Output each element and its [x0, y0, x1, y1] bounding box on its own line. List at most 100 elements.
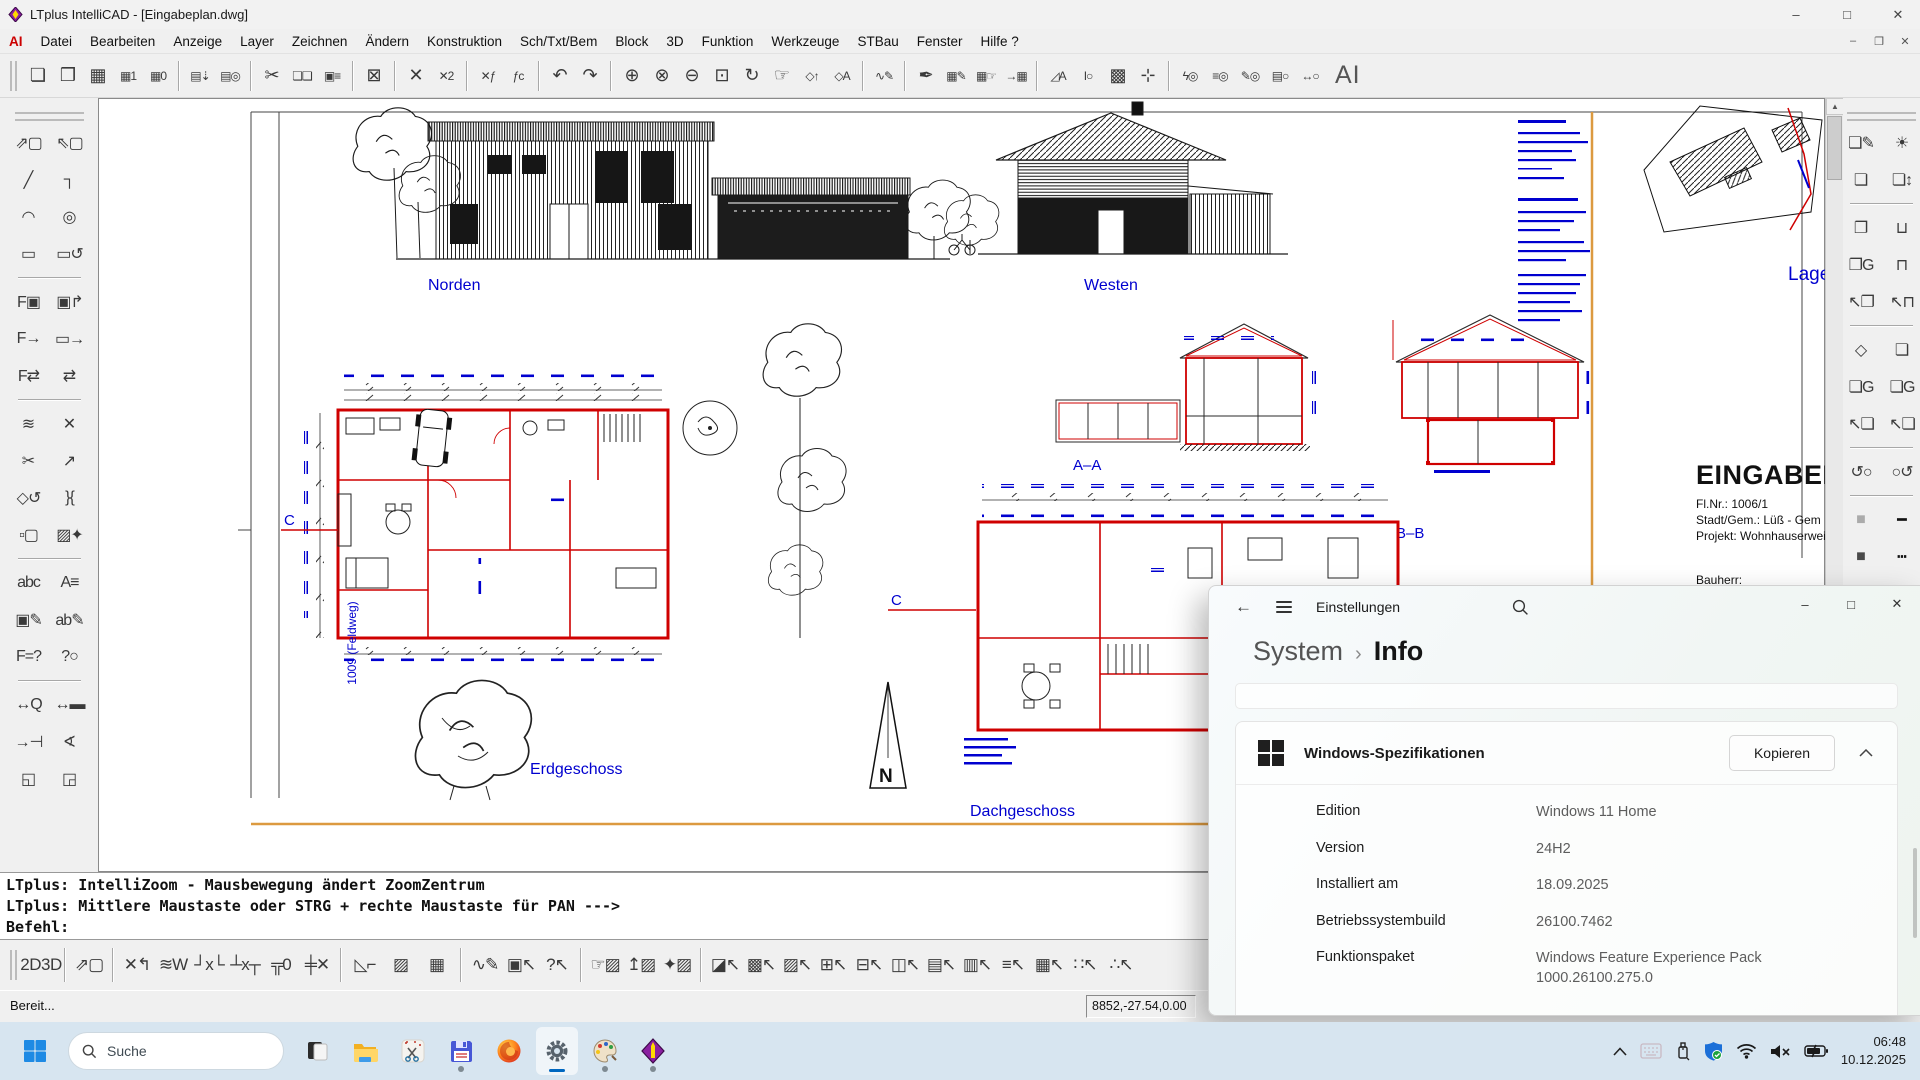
polyline-icon[interactable]: ┐: [51, 163, 89, 197]
minimize-button[interactable]: –: [1774, 1, 1818, 29]
dimension-fill-icon[interactable]: ↔▬: [51, 688, 89, 722]
zoom-previous-icon[interactable]: ↻: [737, 60, 767, 92]
pattern-diagonal-icon[interactable]: ◪↖: [707, 945, 743, 985]
linetype-dashed-icon[interactable]: ┅: [1883, 540, 1920, 574]
ai-toolbar-label[interactable]: AI: [1335, 61, 1361, 90]
text-abc-icon[interactable]: abc: [10, 566, 48, 600]
layer-freeze-g-icon[interactable]: ❐G: [1842, 248, 1880, 282]
chevron-up-icon[interactable]: [1859, 749, 1873, 757]
distance-icon[interactable]: ↔○: [1295, 60, 1325, 92]
rectangle-icon[interactable]: ▭: [10, 237, 48, 271]
file-explorer-app[interactable]: [344, 1027, 386, 1075]
volume-muted-icon[interactable]: [1770, 1043, 1791, 1060]
menu-fenster[interactable]: Fenster: [908, 31, 972, 52]
column-insert-icon[interactable]: →▦: [1001, 60, 1031, 92]
help-pick-icon[interactable]: ?↖: [539, 945, 575, 985]
menu-datei[interactable]: Datei: [32, 31, 82, 52]
layer-pick-2-icon[interactable]: ↖❏: [1883, 407, 1920, 441]
menu-layer[interactable]: Layer: [231, 31, 283, 52]
circle-icon[interactable]: ◎: [51, 200, 89, 234]
pattern-diag2-icon[interactable]: ▨↖: [779, 945, 815, 985]
layer-lock-pick-icon[interactable]: ↖⊓: [1883, 285, 1920, 319]
touch-keyboard-icon[interactable]: [1640, 1043, 1662, 1059]
dimension-angle-icon[interactable]: ∢: [51, 725, 89, 759]
match-layer-icon[interactable]: ↺○: [1842, 455, 1880, 489]
joint-xr-icon[interactable]: ┴x┬: [227, 945, 263, 985]
erase-icon[interactable]: ✕: [401, 60, 431, 92]
settings-close-button[interactable]: ✕: [1874, 586, 1920, 622]
toggle-2d-3d-icon[interactable]: 2D3D: [23, 945, 59, 985]
menu-hilfe[interactable]: Hilfe ?: [972, 31, 1028, 52]
zoom-window-icon[interactable]: ⊡: [707, 60, 737, 92]
render-shade-icon[interactable]: ▩: [1103, 60, 1133, 92]
hatch-fill-icon[interactable]: ▨: [383, 945, 419, 985]
offset-icon[interactable]: ≋: [10, 407, 48, 441]
beam-zero-icon[interactable]: ╦0: [263, 945, 299, 985]
swap-icon[interactable]: ⇄: [51, 359, 89, 393]
layer-g3-icon[interactable]: ❏G: [1883, 370, 1920, 404]
wall-w-icon[interactable]: ≋W: [155, 945, 191, 985]
menu-anzeige[interactable]: Anzeige: [164, 31, 231, 52]
line-icon[interactable]: ╱: [10, 163, 48, 197]
copy-button[interactable]: Kopieren: [1729, 735, 1835, 771]
pattern-spray-icon[interactable]: ∴↖: [1103, 945, 1139, 985]
layer-order-icon[interactable]: ❏↕: [1883, 163, 1920, 197]
joint-xl-icon[interactable]: ┘x└: [191, 945, 227, 985]
move-grip-icon[interactable]: ▭→: [51, 322, 89, 356]
lift-hatch-icon[interactable]: ↥▨: [623, 945, 659, 985]
print-icon[interactable]: ▤⇣: [185, 60, 215, 92]
layer-g2-icon[interactable]: ❏G: [1842, 370, 1880, 404]
layer-edit-icon[interactable]: ❏✎: [1842, 126, 1880, 160]
snipping-tool-app[interactable]: [392, 1027, 434, 1075]
ucs-origin-icon[interactable]: ⊹: [1133, 60, 1163, 92]
quick-select-icon[interactable]: ≡◎: [1205, 60, 1235, 92]
hatch-pick-icon[interactable]: ▨✦: [51, 518, 89, 552]
match-properties-icon[interactable]: ▤○: [1265, 60, 1295, 92]
block-move-icon[interactable]: ⇗▢: [71, 945, 107, 985]
close-button[interactable]: ✕: [1876, 1, 1920, 29]
arc-icon[interactable]: ◠: [10, 200, 48, 234]
cut-icon[interactable]: ✂: [257, 60, 287, 92]
zoom-dynamic-icon[interactable]: ⊗: [647, 60, 677, 92]
f-copy-icon[interactable]: F▣: [10, 285, 48, 319]
menu-sch-txt-bem[interactable]: Sch/Txt/Bem: [511, 31, 606, 52]
save-as-0-icon[interactable]: ▦0: [143, 60, 173, 92]
settings-minimize-button[interactable]: –: [1782, 586, 1828, 622]
layers-icon[interactable]: ❏: [1842, 163, 1880, 197]
usb-icon[interactable]: [1675, 1041, 1691, 1061]
dimension-arrow-icon[interactable]: →⊣: [10, 725, 48, 759]
query-point-icon[interactable]: ?○: [51, 640, 89, 674]
redraw-2-icon[interactable]: ∿✎: [467, 945, 503, 985]
spell-check-icon[interactable]: ✎◎: [1235, 60, 1265, 92]
view-a-icon[interactable]: ◇A: [827, 60, 857, 92]
maximize-button[interactable]: □: [1825, 1, 1869, 29]
delete-selection-icon[interactable]: ⊠: [359, 60, 389, 92]
settings-maximize-button[interactable]: □: [1828, 586, 1874, 622]
pattern-hand-icon[interactable]: ▦☞: [971, 60, 1001, 92]
paste-icon[interactable]: ▣≡: [317, 60, 347, 92]
pattern-quad-icon[interactable]: ⊟↖: [851, 945, 887, 985]
text-edit-icon[interactable]: ab✎: [51, 603, 89, 637]
menu-funktion[interactable]: Funktion: [693, 31, 763, 52]
undo-icon[interactable]: ↶: [545, 60, 575, 92]
object-layer-icon[interactable]: ○↺: [1883, 455, 1920, 489]
pattern-rows-icon[interactable]: ≡↖: [995, 945, 1031, 985]
redraw-icon[interactable]: ∿✎: [869, 60, 899, 92]
field-formula-icon[interactable]: F=?: [10, 640, 48, 674]
trim-icon[interactable]: ✂: [10, 444, 48, 478]
color-light-swatch[interactable]: ■: [1842, 503, 1880, 537]
pattern-door-icon[interactable]: ◫↖: [887, 945, 923, 985]
layer-off-icon[interactable]: ◇: [1842, 333, 1880, 367]
text-scale-icon[interactable]: ◿A: [1043, 60, 1073, 92]
copy-grip-icon[interactable]: ▣↱: [51, 285, 89, 319]
menu-werkzeuge[interactable]: Werkzeuge: [762, 31, 848, 52]
layer-pick-icon[interactable]: ↖❏: [1842, 407, 1880, 441]
hamburger-menu-icon[interactable]: [1276, 601, 1292, 613]
move-block-grip-icon[interactable]: ⇖▢: [51, 126, 89, 160]
floppy-disk-app[interactable]: [440, 1027, 482, 1075]
taskbar-search[interactable]: Suche: [68, 1032, 284, 1070]
zoom-in-icon[interactable]: ⊕: [617, 60, 647, 92]
copy-icon[interactable]: ❏❏: [287, 60, 317, 92]
view-up-icon[interactable]: ◇↑: [797, 60, 827, 92]
wall-cut-icon[interactable]: ╪✕: [299, 945, 335, 985]
